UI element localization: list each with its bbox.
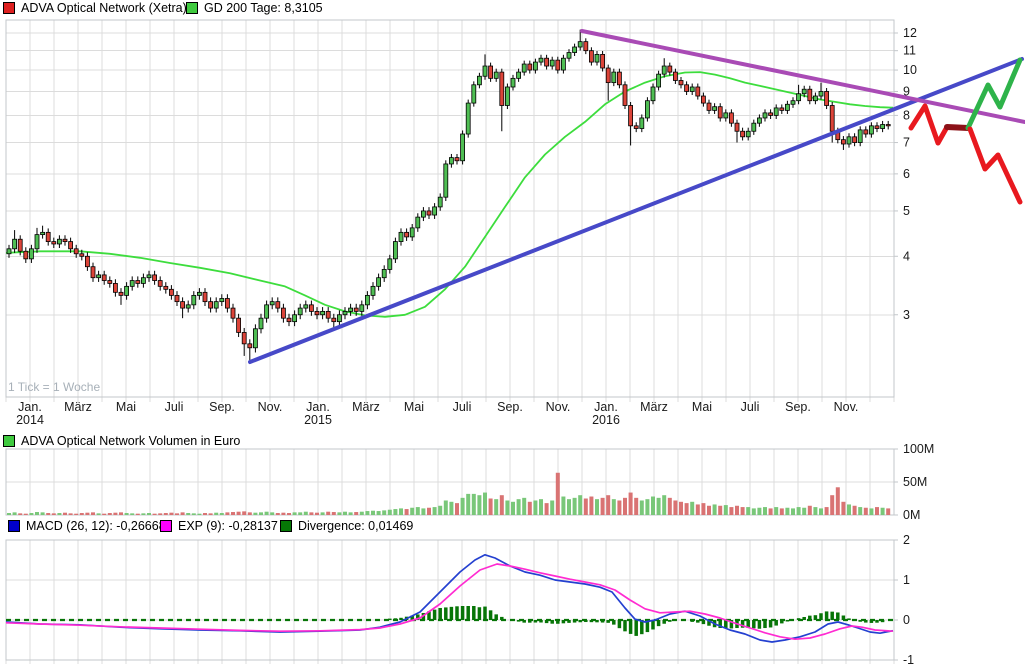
svg-text:Nov.: Nov.: [258, 400, 283, 414]
legend-macd: MACD (26, 12): -0,26668: [8, 519, 166, 533]
gridlines: [6, 20, 894, 664]
svg-text:5: 5: [903, 204, 910, 218]
svg-text:Nov.: Nov.: [546, 400, 571, 414]
svg-text:12: 12: [903, 26, 917, 40]
series-swatch-icon: [3, 2, 15, 14]
macd-pane: [6, 555, 894, 642]
svg-text:Jan.: Jan.: [18, 400, 42, 414]
svg-text:11: 11: [903, 44, 916, 58]
svg-text:1: 1: [903, 573, 910, 587]
svg-text:Juli: Juli: [741, 400, 760, 414]
legend-main-series: ADVA Optical Network (Xetra): [3, 1, 187, 15]
svg-text:Jan.: Jan.: [594, 400, 618, 414]
svg-text:Juli: Juli: [453, 400, 472, 414]
svg-text:-1: -1: [903, 653, 914, 667]
exp-swatch-icon: [160, 520, 172, 532]
svg-text:0M: 0M: [903, 508, 920, 522]
svg-text:März: März: [352, 400, 380, 414]
gd200-line: [6, 72, 893, 317]
svg-text:2016: 2016: [592, 413, 620, 427]
legend-divergence-label: Divergence: 0,01469: [298, 519, 413, 533]
svg-text:Jan.: Jan.: [306, 400, 330, 414]
svg-text:Mai: Mai: [692, 400, 712, 414]
gd200-swatch-icon: [186, 2, 198, 14]
svg-text:März: März: [640, 400, 668, 414]
chart-canvas: 1211109876543100M50M0M210-1Jan.2014MärzM…: [0, 0, 1025, 670]
projection-darkred-base: [947, 127, 968, 128]
axis-labels: 1211109876543100M50M0M210-1Jan.2014MärzM…: [16, 26, 934, 667]
svg-text:Nov.: Nov.: [834, 400, 859, 414]
legend-volume: ADVA Optical Network Volumen in Euro: [3, 434, 240, 448]
legend-macd-label: MACD (26, 12): -0,26668: [26, 519, 166, 533]
svg-text:0: 0: [903, 613, 910, 627]
divergence-swatch-icon: [280, 520, 292, 532]
svg-text:8: 8: [903, 108, 910, 122]
legend-main-series-label: ADVA Optical Network (Xetra): [21, 1, 187, 15]
legend-gd200: GD 200 Tage: 8,3105: [186, 1, 323, 15]
projection-red-bear: [970, 129, 1020, 202]
svg-text:2014: 2014: [16, 413, 44, 427]
svg-text:4: 4: [903, 249, 910, 263]
macd-swatch-icon: [8, 520, 20, 532]
svg-text:2: 2: [903, 533, 910, 547]
svg-text:Sep.: Sep.: [209, 400, 235, 414]
volume-swatch-icon: [3, 435, 15, 447]
svg-text:Sep.: Sep.: [497, 400, 523, 414]
svg-text:März: März: [64, 400, 92, 414]
svg-text:10: 10: [903, 63, 917, 77]
stock-chart-app: 1211109876543100M50M0M210-1Jan.2014MärzM…: [0, 0, 1025, 670]
macd-line-macd: [6, 555, 893, 642]
tick-scale-note: 1 Tick = 1 Woche: [8, 380, 100, 394]
legend-exp-label: EXP (9): -0,28137: [178, 519, 278, 533]
svg-text:100M: 100M: [903, 442, 934, 456]
svg-text:Juli: Juli: [165, 400, 184, 414]
legend-divergence: Divergence: 0,01469: [280, 519, 413, 533]
legend-volume-label: ADVA Optical Network Volumen in Euro: [21, 434, 240, 448]
svg-text:2015: 2015: [304, 413, 332, 427]
legend-exp: EXP (9): -0,28137: [160, 519, 278, 533]
projection-red-entry: [911, 106, 947, 143]
svg-text:Mai: Mai: [116, 400, 136, 414]
svg-text:6: 6: [903, 167, 910, 181]
svg-text:Sep.: Sep.: [785, 400, 811, 414]
svg-text:3: 3: [903, 308, 910, 322]
svg-text:50M: 50M: [903, 475, 927, 489]
svg-text:Mai: Mai: [404, 400, 424, 414]
legend-gd200-label: GD 200 Tage: 8,3105: [204, 1, 323, 15]
svg-text:7: 7: [903, 136, 910, 150]
volume-bars: [7, 473, 890, 515]
candles-layer: [7, 30, 890, 360]
